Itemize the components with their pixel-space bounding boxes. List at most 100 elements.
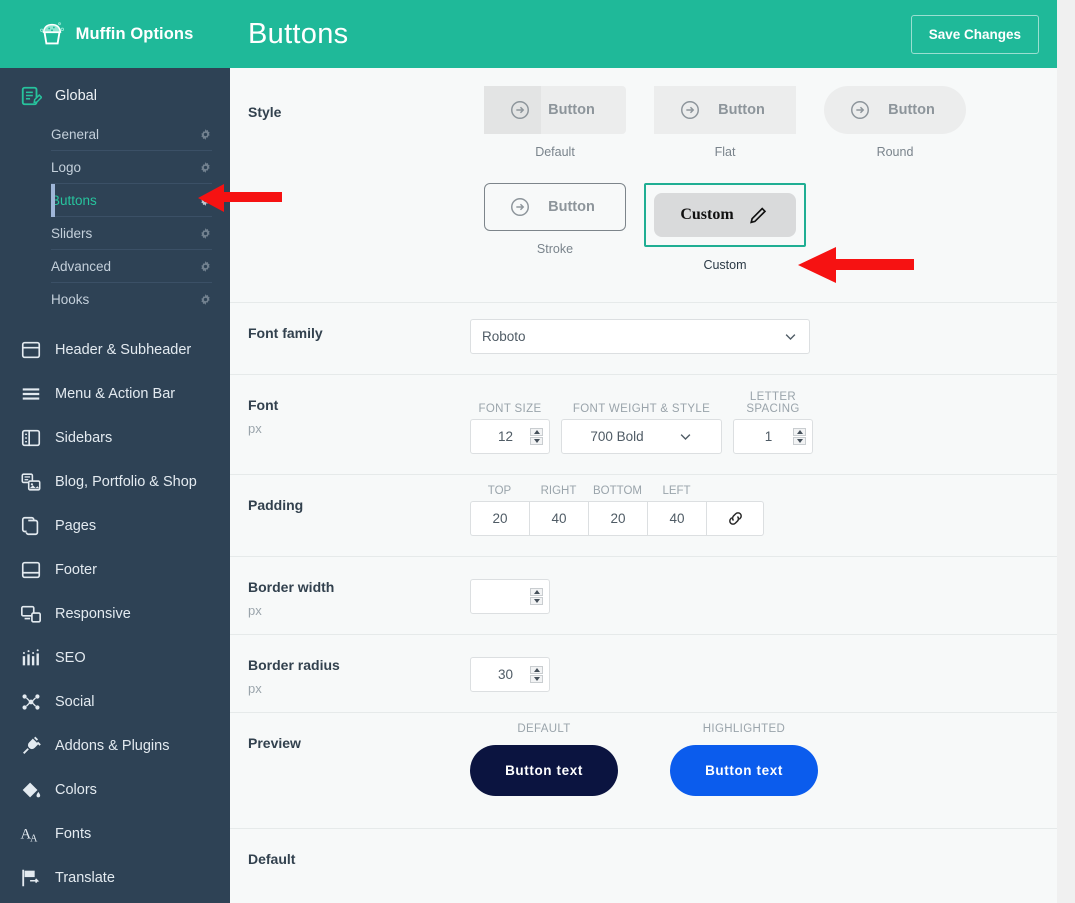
sidebar-item-blog-portfolio-shop[interactable]: Blog, Portfolio & Shop: [0, 460, 230, 504]
border-width-input[interactable]: [470, 579, 550, 614]
sidebar-item-label: Addons & Plugins: [55, 738, 170, 754]
stepper-up-icon[interactable]: [530, 666, 543, 674]
sidebar-item-advanced[interactable]: Advanced: [51, 250, 212, 283]
style-grid-row-2: Button Stroke Custom Custom: [470, 183, 1027, 272]
sidebar-sublist: General Logo Buttons Sliders Advanced Ho…: [51, 118, 230, 316]
font-letters-icon: A A: [20, 827, 38, 845]
gear-icon[interactable]: [199, 194, 212, 207]
sidebar-item-addons-plugins[interactable]: Addons & Plugins: [0, 724, 230, 768]
style-option-custom[interactable]: Custom Custom: [640, 183, 810, 272]
padding-right-input[interactable]: 40: [529, 501, 588, 536]
stepper-down-icon[interactable]: [793, 437, 806, 445]
padding-bottom-input[interactable]: 20: [588, 501, 647, 536]
border-width-body: [470, 557, 1027, 634]
letter-spacing-group: LETTER SPACING 1: [733, 391, 813, 454]
gear-icon[interactable]: [199, 227, 212, 240]
font-size-stepper[interactable]: [530, 428, 543, 445]
border-width-stepper[interactable]: [530, 588, 543, 605]
sidebar-item-social[interactable]: Social: [0, 680, 230, 724]
style-option-flat[interactable]: Button Flat: [640, 86, 810, 159]
style-sample-custom[interactable]: Custom: [654, 193, 796, 237]
preview-highlighted-button[interactable]: Button text: [670, 745, 818, 796]
stepper-up-icon[interactable]: [530, 428, 543, 436]
gear-icon[interactable]: [199, 161, 212, 174]
sidebar-item-hooks[interactable]: Hooks: [51, 283, 212, 316]
sidebar-item-footer[interactable]: Footer: [0, 548, 230, 592]
flag-translate-icon: [22, 869, 40, 887]
sidebar-item-sidebars[interactable]: Sidebars: [0, 416, 230, 460]
chevron-down-icon: [785, 334, 796, 340]
style-grid-row-1: Button Default Button Flat Button Round: [470, 86, 1027, 159]
sidebar-item-general[interactable]: General: [51, 118, 212, 151]
stepper-down-icon[interactable]: [530, 597, 543, 605]
font-size-value: 12: [497, 429, 514, 444]
sidebar: Muffin Options Global General Logo Butto…: [0, 0, 230, 903]
sidebar-item-sliders[interactable]: Sliders: [51, 217, 212, 250]
font-family-select[interactable]: Roboto: [470, 319, 810, 354]
sidebar-item-label: Sidebars: [55, 430, 113, 446]
stepper-up-icon[interactable]: [530, 588, 543, 596]
row-title: Style: [248, 104, 282, 120]
row-label-style: Style: [248, 82, 470, 292]
letter-spacing-stepper[interactable]: [793, 428, 806, 445]
sidebar-item-buttons[interactable]: Buttons: [51, 183, 212, 217]
sidebar-group-global[interactable]: Global: [0, 74, 230, 118]
padding-left-input[interactable]: 40: [647, 501, 706, 536]
sidebar-item-label: Logo: [51, 159, 82, 175]
stepper-up-icon[interactable]: [793, 428, 806, 436]
gear-icon[interactable]: [199, 260, 212, 273]
sidebar-item-seo[interactable]: SEO: [0, 636, 230, 680]
row-unit: px: [248, 681, 262, 696]
style-sample-default[interactable]: Button: [484, 86, 626, 134]
style-option-stroke[interactable]: Button Stroke: [470, 183, 640, 272]
arrow-circle-right-icon: [511, 198, 530, 216]
brand-title: Muffin Options: [75, 24, 194, 43]
padding-heads: TOP RIGHT BOTTOM LEFT: [470, 485, 1027, 497]
sidebar-item-colors[interactable]: Colors: [0, 768, 230, 812]
gear-icon[interactable]: [199, 128, 212, 141]
row-label-font-family: Font family: [248, 303, 470, 374]
copy-pages-icon: [21, 516, 39, 536]
style-option-default[interactable]: Button Default: [470, 86, 640, 159]
border-radius-stepper[interactable]: [530, 666, 543, 683]
font-weight-label: FONT WEIGHT & STYLE: [572, 403, 711, 415]
plug-icon: [23, 736, 41, 754]
sidebar-item-label: Translate: [55, 870, 115, 886]
style-sample-round[interactable]: Button: [824, 86, 966, 134]
sidebar-item-label: Colors: [55, 782, 97, 798]
sidebar-item-label: SEO: [55, 650, 86, 666]
padding-link-toggle[interactable]: [706, 501, 764, 536]
sidebar-item-logo[interactable]: Logo: [51, 151, 212, 184]
row-label-font: Font px: [248, 375, 470, 474]
style-option-round[interactable]: Button Round: [810, 86, 980, 159]
seo-bars-icon: [22, 649, 39, 666]
font-size-input[interactable]: 12: [470, 419, 550, 454]
style-sample-stroke[interactable]: Button: [484, 183, 626, 231]
sidebar-item-label: Blog, Portfolio & Shop: [55, 474, 197, 490]
preview-default-button[interactable]: Button text: [470, 745, 618, 796]
sidebar-item-pages[interactable]: Pages: [0, 504, 230, 548]
sidebar-item-label: Header & Subheader: [55, 342, 192, 358]
sidebar-item-translate[interactable]: Translate: [0, 856, 230, 900]
save-changes-button[interactable]: Save Changes: [910, 14, 1039, 54]
sidebar-item-label: Menu & Action Bar: [55, 386, 176, 402]
sidebar-main-list: Header & Subheader Menu & Action Bar Sid…: [0, 328, 230, 900]
sidebar-item-label: Responsive: [55, 606, 131, 622]
font-weight-select[interactable]: 700 Bold: [561, 419, 722, 454]
row-label-border-width: Border width px: [248, 557, 470, 634]
border-radius-input[interactable]: 30: [470, 657, 550, 692]
sidebar-item-responsive[interactable]: Responsive: [0, 592, 230, 636]
row-font-family: Font family Roboto: [230, 303, 1057, 375]
sidebar-item-header-subheader[interactable]: Header & Subheader: [0, 328, 230, 372]
layout-header-icon: [21, 341, 41, 359]
stepper-down-icon[interactable]: [530, 437, 543, 445]
padding-top-input[interactable]: 20: [470, 501, 529, 536]
gear-icon[interactable]: [199, 293, 212, 306]
letter-spacing-input[interactable]: 1: [733, 419, 813, 454]
sidebar-item-fonts[interactable]: A A Fonts: [0, 812, 230, 856]
stepper-down-icon[interactable]: [530, 675, 543, 683]
app-window: Muffin Options Global General Logo Butto…: [0, 0, 1075, 903]
padding-inputs: 20 40 20 40: [470, 501, 1027, 536]
style-sample-flat[interactable]: Button: [654, 86, 796, 134]
sidebar-item-menu-action-bar[interactable]: Menu & Action Bar: [0, 372, 230, 416]
